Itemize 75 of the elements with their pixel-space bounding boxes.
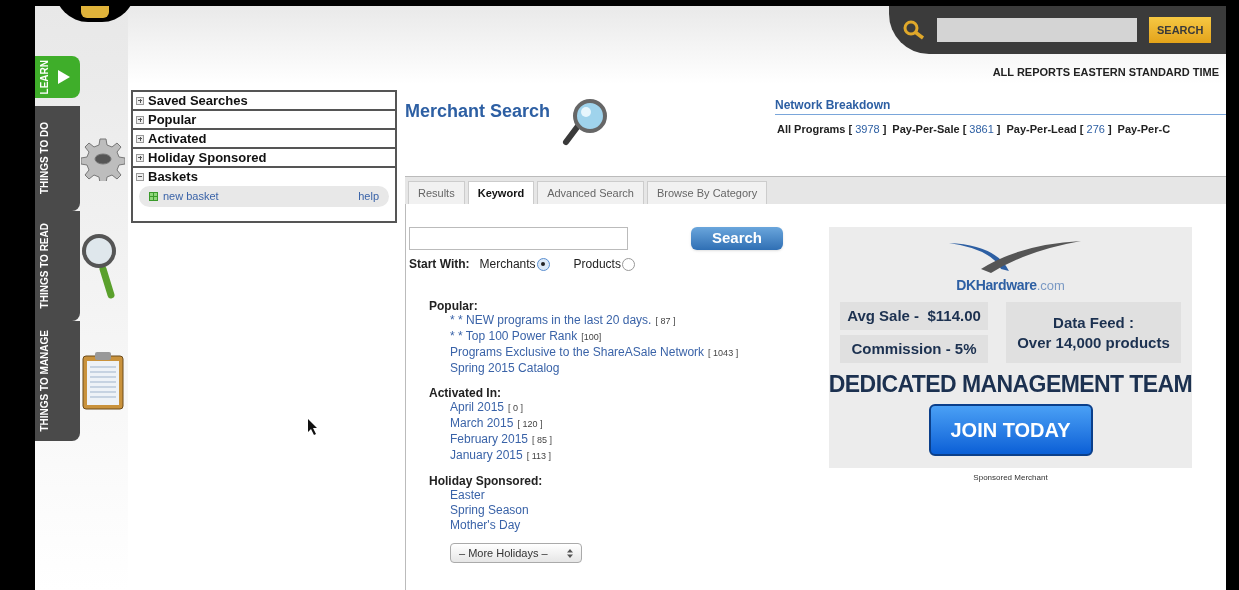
tab[interactable]: Keyword (467, 181, 535, 204)
nav-tab[interactable]: THINGS TO READ (35, 211, 80, 321)
nav-tab[interactable]: THINGS TO DO (35, 106, 80, 211)
link-count: [ 0 ] (508, 402, 524, 415)
link-count: [ 87 ] (655, 315, 676, 328)
panel-section[interactable]: Baskets (133, 168, 395, 185)
stat-bracket: ] (996, 122, 1001, 137)
radio-option[interactable]: Products (573, 255, 635, 273)
magnifier-icon (81, 233, 119, 299)
stat-label: Pay-Per-Sale [ (892, 122, 967, 137)
panel-section[interactable]: Popular (133, 111, 395, 128)
gear-icon (81, 136, 125, 181)
stat-count-link[interactable]: 3978 (855, 121, 880, 138)
list-link[interactable]: Spring 2015 Catalog (450, 361, 560, 376)
help-link[interactable]: help (358, 188, 379, 205)
top-search-field[interactable] (937, 18, 1137, 42)
list-link[interactable]: March 2015 (450, 416, 514, 431)
radio-button[interactable] (536, 257, 550, 271)
list-link[interactable]: Programs Exclusive to the ShareASale Network (450, 345, 705, 360)
tab[interactable]: Advanced Search (537, 181, 644, 204)
clipboard-icon (81, 351, 125, 411)
panel-section[interactable]: Activated (133, 130, 395, 147)
page-title: Merchant Search (405, 100, 551, 123)
tab[interactable]: Results (408, 181, 465, 204)
data-feed-detail: Over 14,000 products (1017, 332, 1170, 353)
link-count: [ 120 ] (517, 418, 543, 431)
data-feed-title: Data Feed : (1053, 312, 1134, 333)
stat-count-link[interactable]: 276 (1086, 121, 1105, 138)
search-button[interactable]: Search (691, 227, 783, 250)
ad-brand-suffix: .com (1036, 277, 1065, 295)
group-heading: Activated In: (429, 386, 502, 400)
stat-bracket: ] (1107, 122, 1112, 137)
link-count: [ 113 ] (526, 450, 552, 463)
list-link[interactable]: Easter (450, 488, 485, 503)
tab[interactable]: Browse By Category (647, 181, 768, 204)
ad-brand: DKHardware (956, 276, 1037, 295)
radio-option[interactable]: Merchants (479, 255, 550, 273)
start-with-label: Start With: (409, 256, 470, 273)
timezone-note: ALL REPORTS EASTERN STANDARD TIME (992, 65, 1219, 80)
ad-headline: DEDICATED MANAGEMENT TEAM (828, 370, 1193, 399)
add-icon (149, 192, 158, 201)
list-link[interactable]: Mother's Day (450, 518, 521, 533)
panel-section[interactable]: Holiday Sponsored (133, 149, 395, 166)
panel-section[interactable]: Saved Searches (133, 92, 395, 109)
updown-icon (567, 548, 573, 558)
mouse-cursor-icon (308, 419, 318, 435)
list-link[interactable]: April 2015 (450, 400, 505, 415)
stat-label: Pay-Per-Lead [ (1006, 122, 1084, 137)
more-holidays-select[interactable]: – More Holidays – (450, 543, 582, 563)
group-heading: Holiday Sponsored: (429, 474, 544, 488)
list-link[interactable]: * * NEW programs in the last 20 days. (450, 313, 652, 328)
list-link[interactable]: February 2015 (450, 432, 529, 447)
top-search-button[interactable]: SEARCH (1149, 17, 1212, 43)
list-link[interactable]: * * Top 100 Power Rank (450, 329, 578, 344)
nav-tab[interactable]: THINGS TO MANAGE (35, 321, 80, 441)
link-count: [ 1043 ] (708, 347, 739, 360)
avg-sale-box: Avg Sale - $114.00 (840, 302, 988, 330)
stat-label: All Programs [ (777, 122, 853, 137)
list-link[interactable]: January 2015 (450, 448, 523, 463)
link-count: [100] (581, 331, 602, 344)
radio-button[interactable] (621, 257, 635, 271)
ad-caption: Sponsored Merchant (973, 472, 1048, 484)
search-icon (903, 20, 925, 40)
new-basket-link[interactable]: new basket (163, 188, 219, 205)
group-heading: Popular: (429, 299, 479, 313)
network-breakdown-link[interactable]: Network Breakdown (775, 96, 1226, 115)
stat-bracket: ] (882, 122, 887, 137)
commission-box: Commission - 5% (840, 335, 988, 363)
join-today-button[interactable]: JOIN TODAY (928, 403, 1093, 456)
stat-label: Pay-Per-C (1117, 122, 1171, 137)
link-count: [ 85 ] (532, 434, 553, 447)
list-link[interactable]: Spring Season (450, 503, 529, 518)
keyword-field[interactable] (409, 227, 628, 250)
play-icon (58, 70, 70, 84)
stat-count-link[interactable]: 3861 (969, 121, 994, 138)
